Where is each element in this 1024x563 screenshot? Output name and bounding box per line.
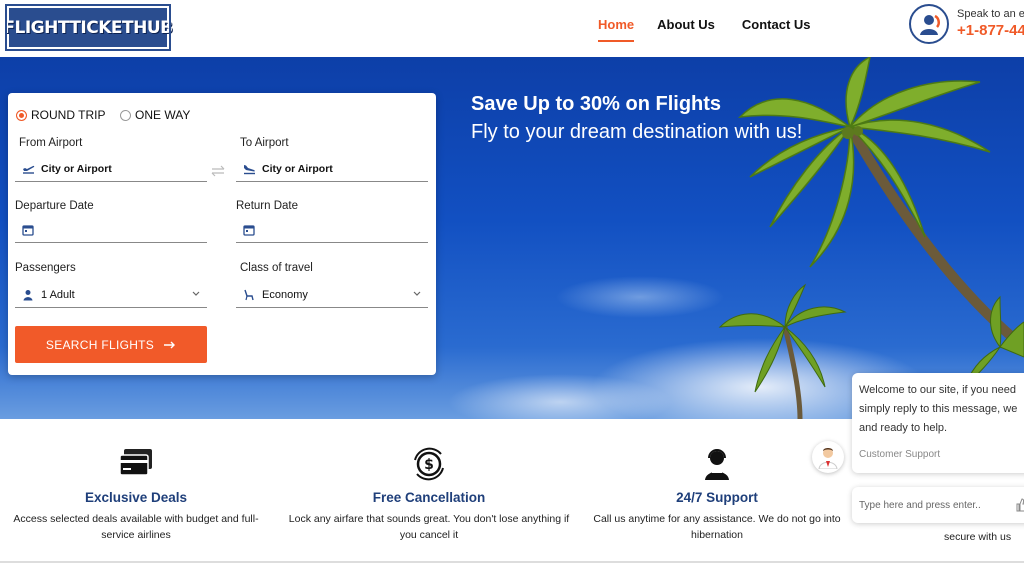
flight-search-form: ROUND TRIP ONE WAY From Airport City or …: [8, 93, 436, 375]
passengers-select[interactable]: 1 Adult: [15, 282, 207, 308]
palm-tree-image: [718, 57, 1024, 419]
chat-input-box[interactable]: [852, 487, 1024, 523]
plane-landing-icon: [242, 162, 256, 176]
feature-24-7-support: 24/7 Support Call us anytime for any ass…: [592, 444, 842, 543]
radio-selected-icon: [16, 109, 27, 121]
radio-unselected-icon: [120, 109, 131, 121]
from-airport-field[interactable]: City or Airport: [15, 156, 207, 182]
phone-number[interactable]: +1-877-44: [957, 22, 1024, 39]
feature-text: Access selected deals available with bud…: [13, 513, 259, 541]
chat-message-line: simply reply to this message, we: [859, 403, 1018, 415]
nav-home[interactable]: Home: [598, 17, 635, 42]
return-date-field[interactable]: [236, 217, 428, 243]
departure-date-label: Departure Date: [15, 200, 94, 212]
to-airport-placeholder: City or Airport: [262, 162, 333, 175]
feature-free-cancellation: $ Free Cancellation Lock any airfare tha…: [286, 444, 572, 543]
feature-title: 24/7 Support: [676, 490, 758, 505]
calendar-icon: [21, 223, 35, 237]
search-flights-label: SEARCH FLIGHTS: [45, 337, 155, 352]
support-agent-icon: [592, 444, 842, 484]
main-nav: Home About Us Contact Us: [598, 17, 811, 42]
chat-message-line: and ready to help.: [859, 422, 948, 434]
feature-title: Free Cancellation: [372, 490, 486, 505]
round-trip-label: ROUND TRIP: [31, 108, 106, 122]
class-of-travel-label: Class of travel: [240, 262, 313, 274]
calendar-icon: [242, 223, 256, 237]
chat-agent-avatar[interactable]: [812, 441, 844, 473]
feature-exclusive-deals: Exclusive Deals Access selected deals av…: [8, 444, 264, 543]
class-of-travel-select[interactable]: Economy: [236, 282, 428, 308]
feature-title: Exclusive Deals: [84, 490, 188, 505]
chevron-down-icon: [192, 291, 200, 296]
logo-text: FLIGHTTICKETHUB: [3, 17, 173, 38]
passengers-label: Passengers: [15, 262, 76, 274]
site-logo[interactable]: FLIGHTTICKETHUB: [3, 4, 173, 51]
class-of-travel-value: Economy: [262, 288, 308, 301]
chevron-down-icon: [413, 291, 421, 296]
search-flights-button[interactable]: SEARCH FLIGHTS: [15, 326, 207, 363]
swap-airports-icon[interactable]: [210, 165, 226, 177]
chat-message-bubble: Welcome to our site, if you need simply …: [852, 373, 1024, 473]
plane-takeoff-icon: [21, 162, 35, 176]
refund-dollar-icon: $: [286, 444, 572, 484]
hero-title: Save Up to 30% on Flights: [471, 93, 722, 115]
feature-text: Lock any airfare that sounds great. You …: [288, 513, 570, 541]
feature-secure-text: secure with us: [944, 531, 1012, 543]
to-airport-field[interactable]: City or Airport: [236, 156, 428, 182]
from-airport-placeholder: City or Airport: [41, 162, 112, 175]
departure-date-field[interactable]: [15, 217, 207, 243]
one-way-label: ONE WAY: [135, 108, 191, 122]
one-way-radio[interactable]: ONE WAY: [120, 108, 190, 122]
chat-agent-name: Customer Support: [859, 449, 941, 460]
chat-input-field[interactable]: [859, 499, 1009, 511]
svg-text:$: $: [424, 457, 434, 473]
thumbs-up-icon[interactable]: [1016, 498, 1024, 512]
site-header: FLIGHTTICKETHUB Home About Us Contact Us…: [0, 0, 1024, 57]
speak-to-expert-text: Speak to an ex: [957, 8, 1024, 20]
cards-icon: [8, 444, 264, 484]
chat-message-line: Welcome to our site, if you need: [859, 384, 1016, 396]
feature-text: Call us anytime for any assistance. We d…: [593, 513, 841, 541]
arrow-right-icon: [164, 341, 176, 348]
round-trip-radio[interactable]: ROUND TRIP: [16, 108, 105, 122]
phone-agent-icon: [909, 4, 949, 44]
seat-icon: [242, 288, 256, 302]
to-airport-label: To Airport: [240, 137, 289, 149]
nav-contact-us[interactable]: Contact Us: [742, 17, 811, 42]
nav-about-us[interactable]: About Us: [657, 17, 715, 42]
from-airport-label: From Airport: [19, 137, 83, 149]
person-icon: [21, 288, 35, 302]
passengers-value: 1 Adult: [41, 288, 75, 301]
return-date-label: Return Date: [236, 200, 299, 212]
